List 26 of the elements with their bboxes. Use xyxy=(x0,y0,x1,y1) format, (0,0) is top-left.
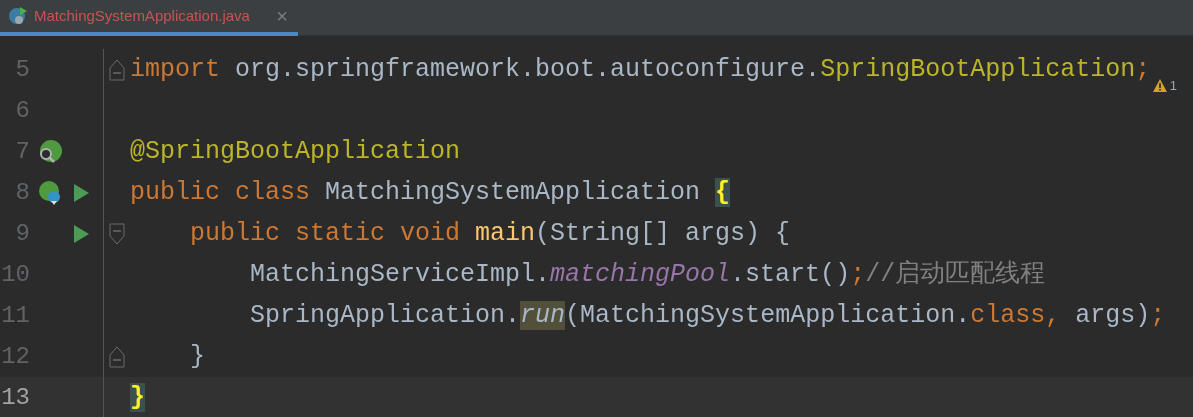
java-class-icon xyxy=(8,5,28,27)
warning-count: 1 xyxy=(1169,77,1177,95)
line-number: 8 xyxy=(14,177,30,208)
line-number: 6 xyxy=(14,95,30,126)
line-number: 12 xyxy=(0,341,30,372)
tab-title: MatchingSystemApplication.java xyxy=(34,5,250,26)
line-number: 9 xyxy=(14,218,30,249)
code-line: } xyxy=(189,341,205,373)
warning-icon[interactable] xyxy=(1152,79,1167,93)
line-number: 10 xyxy=(0,259,30,290)
code-line: public static void main(String[] args) { xyxy=(189,218,791,250)
line-number: 5 xyxy=(14,54,30,85)
fold-icon[interactable] xyxy=(109,222,125,245)
run-icon[interactable] xyxy=(72,182,90,203)
unfold-icon[interactable] xyxy=(109,345,125,368)
code-line: public class MatchingSystemApplication { xyxy=(130,177,731,209)
line-number: 11 xyxy=(0,300,30,331)
close-tab-button[interactable]: × xyxy=(276,6,288,26)
code-line: MatchingServiceImpl.matchingPool.start();//启动匹配线程 xyxy=(249,259,1046,291)
unfold-icon[interactable] xyxy=(109,58,125,81)
code-line: import org.springframework.boot.autoconfigure.SpringBootApplication; xyxy=(130,54,1151,86)
code-line: @SpringBootApplication xyxy=(130,136,461,168)
run-icon[interactable] xyxy=(72,223,90,244)
line-number: 13 xyxy=(0,382,30,413)
code-line: SpringApplication.run(MatchingSystemApplication.class, args); xyxy=(249,300,1166,332)
line-number: 7 xyxy=(14,136,30,167)
